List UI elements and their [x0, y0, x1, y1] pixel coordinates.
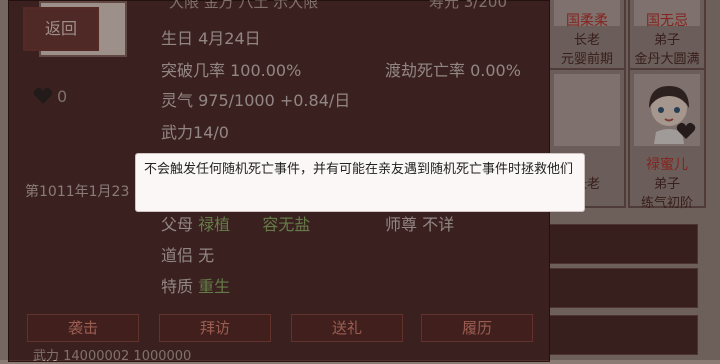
- trait-tooltip: 不会触发任何随机死亡事件，并有可能在亲友遇到随机死亡事件时拯救他们: [136, 154, 584, 211]
